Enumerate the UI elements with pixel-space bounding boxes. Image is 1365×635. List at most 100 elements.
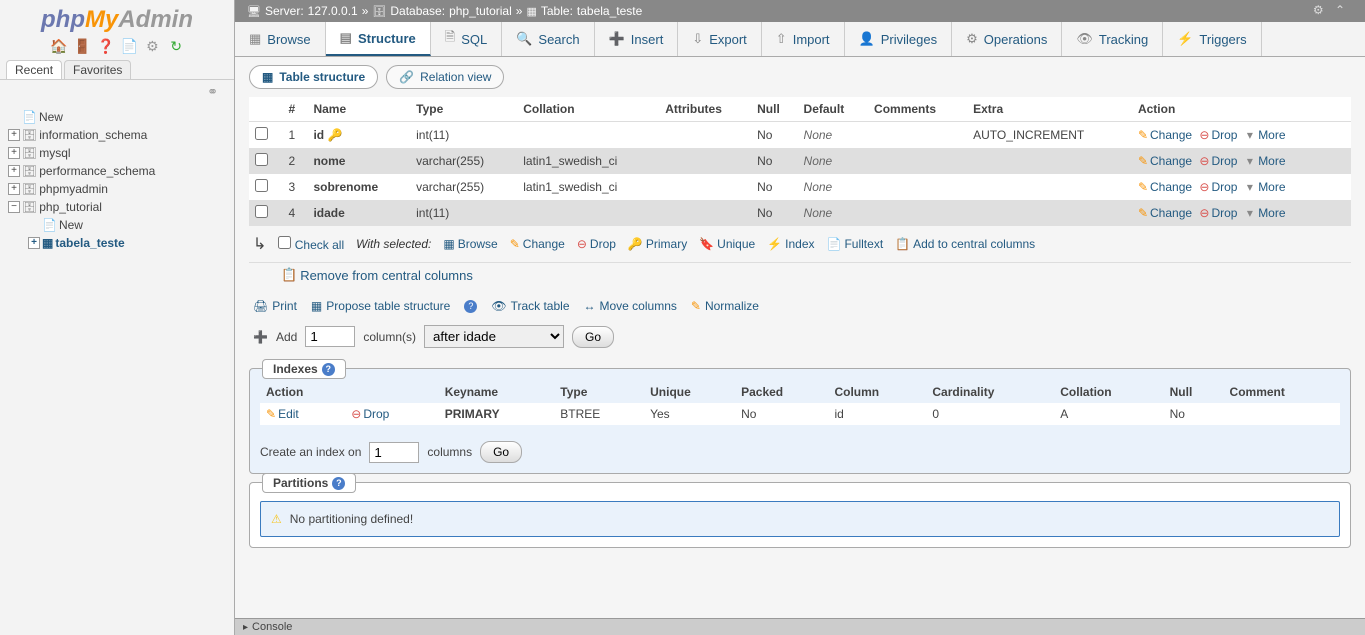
expand-icon[interactable]: +	[8, 165, 20, 177]
op-normalize[interactable]: ✎Normalize	[691, 299, 759, 313]
index-edit[interactable]: ✎ Edit	[266, 407, 299, 421]
more-link[interactable]: More	[1258, 206, 1285, 220]
bulk-primary[interactable]: 🔑Primary	[628, 237, 687, 251]
server-label: Server:	[265, 4, 304, 18]
chevron-down-icon[interactable]: ▾	[1247, 180, 1253, 194]
reload-icon[interactable]: ↻	[168, 38, 184, 54]
add-go-button[interactable]: Go	[572, 326, 614, 348]
tab-structure[interactable]: ▤Structure	[326, 22, 431, 56]
tab-import[interactable]: ⇧Import	[762, 22, 845, 56]
bulk-add-central[interactable]: 📋Add to central columns	[895, 237, 1035, 251]
tree-db-mysql[interactable]: +🗄mysql	[8, 144, 226, 162]
settings-icon[interactable]: ⚙	[144, 38, 160, 54]
more-link[interactable]: More	[1258, 154, 1285, 168]
tab-triggers[interactable]: ⚡Triggers	[1163, 22, 1261, 56]
gear-icon[interactable]: ⚙	[1313, 3, 1324, 17]
add-central-icon: 📋	[895, 237, 910, 251]
change-link[interactable]: ✎ Change	[1138, 180, 1192, 194]
create-index-pre: Create an index on	[260, 445, 361, 459]
pencil-icon: ✎	[266, 407, 276, 421]
tab-privileges[interactable]: 👤Privileges	[845, 22, 953, 56]
partitions-fieldset: Partitions ? ⚠ No partitioning defined!	[249, 482, 1351, 548]
create-index-count[interactable]	[369, 442, 419, 463]
table-icon: ▦	[526, 5, 536, 18]
tab-operations[interactable]: ⚙Operations	[952, 22, 1062, 56]
op-print[interactable]: 🖨Print	[253, 299, 297, 313]
expand-icon[interactable]: +	[8, 129, 20, 141]
tab-browse[interactable]: ▦Browse	[235, 22, 326, 56]
tab-tracking[interactable]: 👁Tracking	[1062, 22, 1163, 56]
create-index-go[interactable]: Go	[480, 441, 522, 463]
collapse-icon[interactable]: ⌃	[1335, 3, 1345, 17]
bulk-index[interactable]: ⚡Index	[767, 237, 814, 251]
tab-search[interactable]: 🔍Search	[502, 22, 594, 56]
row-checkbox[interactable]	[255, 205, 268, 218]
chevron-down-icon[interactable]: ▾	[1247, 154, 1253, 168]
tree-db-php_tutorial[interactable]: −🗄php_tutorial	[8, 198, 226, 216]
tree-table-selected[interactable]: +▦tabela_teste	[28, 234, 226, 252]
recent-tab[interactable]: Recent	[6, 60, 62, 79]
breadcrumb-server[interactable]: 127.0.0.1	[308, 4, 358, 18]
tree-db-phpmyadmin[interactable]: +🗄phpmyadmin	[8, 180, 226, 198]
tab-insert[interactable]: ➕Insert	[595, 22, 679, 56]
help-icon[interactable]: ?	[322, 363, 335, 376]
more-link[interactable]: More	[1258, 180, 1285, 194]
add-position-select[interactable]: after idade	[424, 325, 564, 348]
subtab-table-structure[interactable]: ▦ Table structure	[249, 65, 378, 89]
pma-logo[interactable]: phpMyAdmin	[0, 0, 234, 36]
triggers-icon: ⚡	[1177, 31, 1193, 47]
expand-icon[interactable]: +	[8, 183, 20, 195]
export-icon: ⇩	[692, 31, 703, 47]
change-link[interactable]: ✎ Change	[1138, 128, 1192, 142]
row-checkbox[interactable]	[255, 127, 268, 140]
drop-link[interactable]: ⊖ Drop	[1199, 128, 1237, 142]
drop-link[interactable]: ⊖ Drop	[1199, 154, 1237, 168]
tree-db-performance_schema[interactable]: +🗄performance_schema	[8, 162, 226, 180]
docs-icon[interactable]: ❓	[97, 38, 113, 54]
tab-export[interactable]: ⇩Export	[678, 22, 761, 56]
expand-icon[interactable]: +	[8, 147, 20, 159]
favorites-tab[interactable]: Favorites	[64, 60, 131, 79]
tree-new-table[interactable]: 📄New	[28, 216, 226, 234]
drop-link[interactable]: ⊖ Drop	[1199, 206, 1237, 220]
expand-icon[interactable]: +	[28, 237, 40, 249]
subtab-relation-view[interactable]: 🔗 Relation view	[386, 65, 504, 89]
row-checkbox[interactable]	[255, 179, 268, 192]
sql-icon[interactable]: 📄	[121, 38, 137, 54]
bulk-browse[interactable]: ▦Browse	[443, 237, 497, 251]
change-link[interactable]: ✎ Change	[1138, 206, 1192, 220]
bulk-drop[interactable]: ⊖Drop	[577, 237, 616, 251]
add-columns-label: column(s)	[363, 330, 416, 344]
chevron-down-icon[interactable]: ▾	[1247, 128, 1253, 142]
add-count-input[interactable]	[305, 326, 355, 347]
link-icon[interactable]: ⚭	[207, 84, 218, 99]
tree-db-information_schema[interactable]: +🗄information_schema	[8, 126, 226, 144]
more-link[interactable]: More	[1258, 128, 1285, 142]
breadcrumb-table[interactable]: tabela_teste	[577, 4, 642, 18]
home-icon[interactable]: 🏠	[50, 38, 66, 54]
help-icon[interactable]: ?	[332, 477, 345, 490]
bulk-change[interactable]: ✎Change	[510, 237, 565, 251]
drop-link[interactable]: ⊖ Drop	[1199, 180, 1237, 194]
tree-new[interactable]: 📄New	[8, 108, 226, 126]
drop-icon: ⊖	[351, 407, 361, 421]
pencil-icon: ✎	[1138, 180, 1148, 194]
bulk-fulltext[interactable]: 📄Fulltext	[827, 237, 884, 251]
op-propose[interactable]: ▦Propose table structure	[311, 299, 450, 313]
row-checkbox[interactable]	[255, 153, 268, 166]
bulk-unique[interactable]: 🔖Unique	[699, 237, 755, 251]
print-icon: 🖨	[253, 299, 268, 313]
check-all[interactable]: Check all	[278, 236, 344, 252]
breadcrumb-db[interactable]: php_tutorial	[449, 4, 512, 18]
logout-icon[interactable]: 🚪	[74, 38, 90, 54]
chevron-down-icon[interactable]: ▾	[1247, 206, 1253, 220]
change-link[interactable]: ✎ Change	[1138, 154, 1192, 168]
console-bar[interactable]: ▸ Console	[235, 618, 1365, 635]
tab-sql[interactable]: 🗎SQL	[431, 22, 502, 56]
index-drop[interactable]: ⊖ Drop	[351, 407, 389, 421]
bulk-remove-central[interactable]: 📋Remove from central columns	[281, 267, 473, 283]
help-icon[interactable]: ?	[464, 300, 477, 313]
expand-icon[interactable]: −	[8, 201, 20, 213]
op-track[interactable]: 👁Track table	[491, 299, 569, 313]
op-move[interactable]: ↔Move columns	[584, 299, 677, 313]
